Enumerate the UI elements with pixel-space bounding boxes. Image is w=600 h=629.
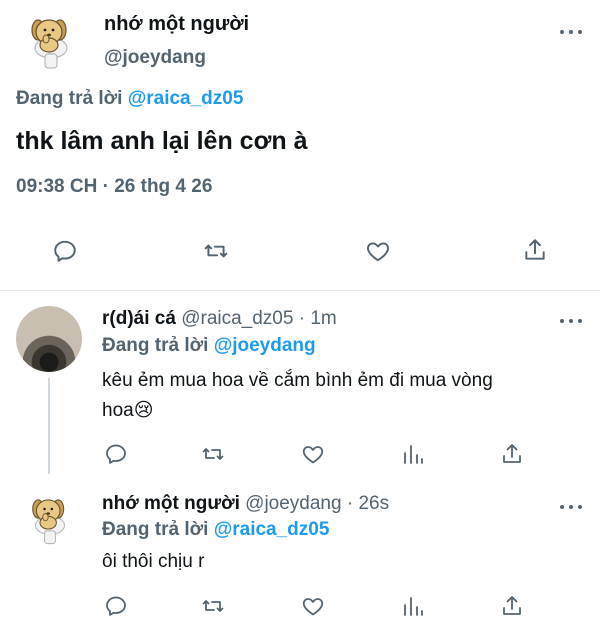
share-button[interactable] bbox=[522, 236, 548, 264]
reply-tweet-1: r(d)ái cá @raica_dz05 · 1m Đang trả lời … bbox=[0, 291, 600, 481]
dog-avatar-icon bbox=[31, 19, 68, 69]
replying-prefix: Đang trả lời bbox=[102, 519, 209, 540]
reply-icon bbox=[54, 240, 76, 262]
main-tweet-text: thk lâm anh lại lên cơn à bbox=[16, 127, 308, 155]
analytics-icon bbox=[404, 445, 423, 464]
main-tweet: nhớ một người @joeydang Đang trả lời @ra… bbox=[0, 0, 600, 290]
reply2-replying-line: Đang trả lời @raica_dz05 bbox=[102, 517, 329, 543]
more-icon[interactable] bbox=[560, 317, 582, 325]
share-icon bbox=[503, 444, 521, 463]
reply1-header: r(d)ái cá @raica_dz05 · 1m bbox=[102, 306, 337, 332]
reply2-header: nhớ một người @joeydang · 26s bbox=[102, 491, 389, 517]
avatar-main[interactable] bbox=[18, 8, 84, 74]
replying-to-link[interactable]: @joeydang bbox=[214, 335, 316, 356]
reply2-handle[interactable]: @joeydang bbox=[245, 493, 341, 514]
reply1-time[interactable]: · 1m bbox=[299, 308, 337, 329]
dog-avatar-icon bbox=[32, 499, 66, 545]
retweet-button[interactable] bbox=[200, 442, 226, 466]
reply-button[interactable] bbox=[104, 594, 128, 618]
reply2-display-name[interactable]: nhớ một người bbox=[102, 493, 240, 514]
reply1-display-name[interactable]: r(d)ái cá bbox=[102, 308, 176, 329]
main-tweet-meta[interactable]: 09:38 CH · 26 thg 4 26 bbox=[16, 174, 212, 200]
thread-line bbox=[48, 378, 50, 474]
reply-tweet-2: nhớ một người @joeydang · 26s Đang trả l… bbox=[0, 481, 600, 629]
share-icon bbox=[525, 239, 545, 260]
reply-icon bbox=[106, 444, 126, 464]
reply1-text-line2: hoa😢 bbox=[102, 400, 154, 421]
reply1-handle[interactable]: @raica_dz05 bbox=[181, 308, 293, 329]
like-button[interactable] bbox=[364, 238, 392, 264]
main-handle[interactable]: @joeydang bbox=[104, 46, 206, 70]
like-button[interactable] bbox=[300, 442, 326, 466]
more-icon[interactable] bbox=[560, 503, 582, 511]
replying-prefix: Đang trả lời bbox=[102, 335, 209, 356]
reply-button[interactable] bbox=[52, 238, 78, 264]
share-button[interactable] bbox=[500, 593, 524, 619]
more-icon[interactable] bbox=[560, 28, 582, 36]
avatar-otter[interactable] bbox=[16, 306, 82, 372]
reply1-text-line1: kêu ẻm mua hoa về cắm bình ẻm đi mua vòn… bbox=[102, 370, 493, 391]
heart-icon bbox=[302, 598, 324, 616]
heart-icon bbox=[302, 446, 324, 464]
main-display-name[interactable]: nhớ một người bbox=[104, 11, 249, 37]
retweet-button[interactable] bbox=[202, 238, 230, 264]
share-icon bbox=[503, 596, 521, 615]
avatar-reply2[interactable] bbox=[20, 489, 80, 549]
analytics-button[interactable] bbox=[402, 442, 424, 466]
retweet-icon bbox=[202, 600, 224, 612]
reply1-replying-line: Đang trả lời @joeydang bbox=[102, 333, 316, 359]
replying-to-link[interactable]: @raica_dz05 bbox=[128, 88, 244, 109]
like-button[interactable] bbox=[300, 594, 326, 618]
main-replying-line: Đang trả lời @raica_dz05 bbox=[16, 86, 243, 112]
reply-icon bbox=[106, 596, 126, 616]
replying-to-link[interactable]: @raica_dz05 bbox=[214, 519, 330, 540]
replying-prefix: Đang trả lời bbox=[16, 88, 123, 109]
reply2-time[interactable]: · 26s bbox=[347, 493, 389, 514]
analytics-icon bbox=[404, 597, 423, 616]
analytics-button[interactable] bbox=[402, 594, 424, 618]
reply2-text: ôi thôi chịu r bbox=[102, 551, 205, 572]
heart-icon bbox=[367, 242, 389, 262]
share-button[interactable] bbox=[500, 441, 524, 467]
retweet-icon bbox=[202, 448, 224, 460]
retweet-button[interactable] bbox=[200, 594, 226, 618]
retweet-icon bbox=[204, 244, 228, 258]
reply-button[interactable] bbox=[104, 442, 128, 466]
